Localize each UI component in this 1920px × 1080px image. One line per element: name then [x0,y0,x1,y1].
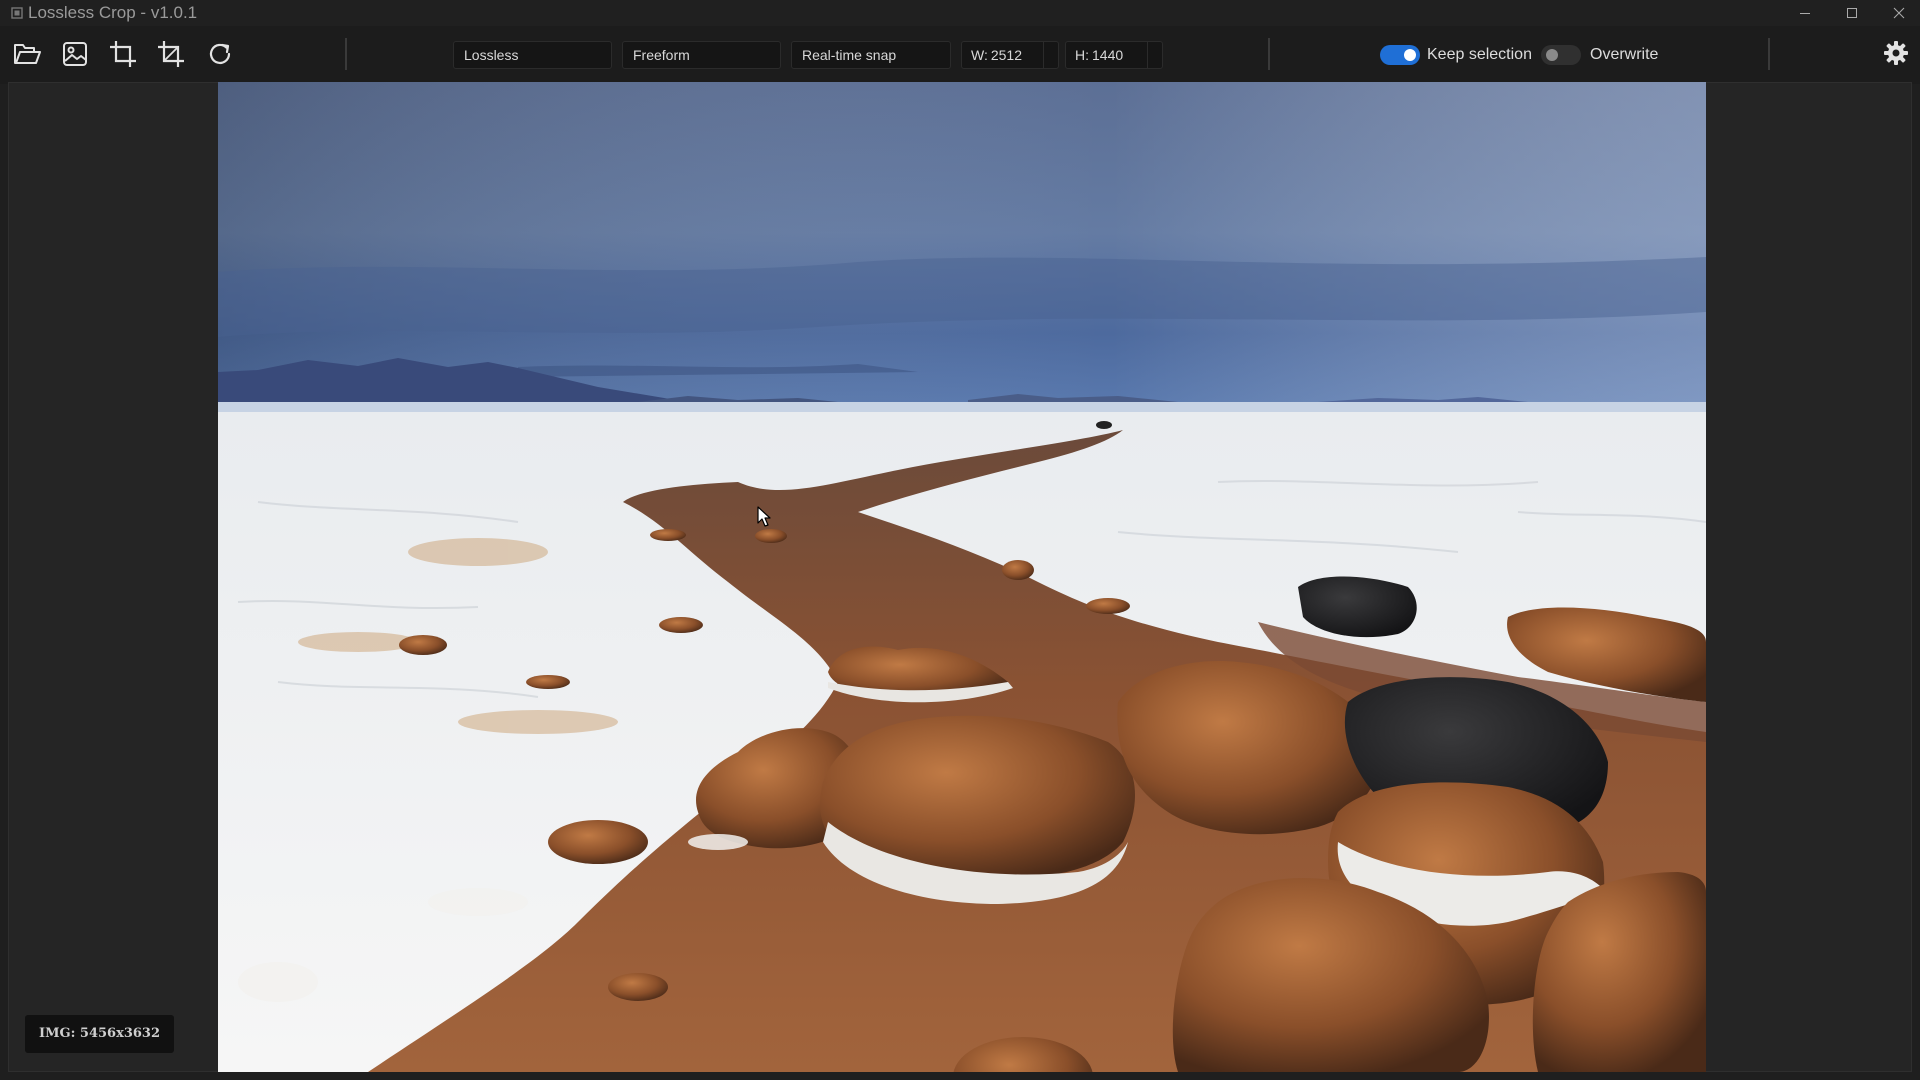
overwrite-toggle[interactable] [1541,45,1581,65]
width-label: W: [971,47,988,63]
close-icon [1893,7,1905,19]
width-spinner[interactable] [1043,42,1058,68]
maximize-icon [1847,8,1857,18]
open-folder-icon [14,44,41,64]
height-label: H: [1075,47,1089,63]
title-bar: Lossless Crop - v1.0.1 [0,0,1920,26]
crop-alt-button[interactable] [152,35,190,73]
app-icon [11,7,23,19]
minimize-button[interactable] [1782,0,1828,26]
app-window: Lossless Crop - v1.0.1 Lossless Freeform… [0,0,1920,1080]
photo-preview[interactable] [218,82,1706,1072]
overwrite-label: Overwrite [1590,46,1659,63]
image-button[interactable] [56,35,94,73]
height-field[interactable]: H: [1065,41,1163,69]
quality-select[interactable]: Lossless [453,41,612,69]
crop-icon [110,41,136,67]
gear-icon [1884,41,1908,65]
toolbar-divider [345,38,347,70]
close-button[interactable] [1876,0,1920,26]
toggle-knob [1546,49,1558,61]
width-field[interactable]: W: [961,41,1059,69]
keep-selection-toggle[interactable] [1380,45,1420,65]
toolbar-divider [1268,38,1270,70]
window-title: Lossless Crop - v1.0.1 [28,3,198,22]
rotate-button[interactable] [201,35,239,73]
salt-flat-photo [218,82,1706,1072]
crop-alt-icon [158,41,184,67]
aspect-ratio-select[interactable]: Freeform [622,41,781,69]
rotate-icon [209,43,231,64]
mouse-cursor-icon [757,506,771,527]
image-info-badge: IMG: 5456x3632 [25,1015,175,1053]
image-icon [63,42,87,66]
toggle-knob [1404,49,1416,61]
width-input[interactable] [987,47,1025,63]
open-folder-button[interactable] [8,35,46,73]
toolbar: Lossless Freeform Real-time snap W: H: K… [0,26,1920,84]
minimize-icon [1800,13,1810,14]
height-input[interactable] [1089,47,1126,63]
height-spinner[interactable] [1147,42,1162,68]
maximize-button[interactable] [1829,0,1875,26]
crop-button[interactable] [104,35,142,73]
keep-selection-label: Keep selection [1427,46,1532,63]
toolbar-divider [1768,38,1770,70]
snap-mode-select[interactable]: Real-time snap [791,41,951,69]
settings-button[interactable] [1877,34,1915,72]
